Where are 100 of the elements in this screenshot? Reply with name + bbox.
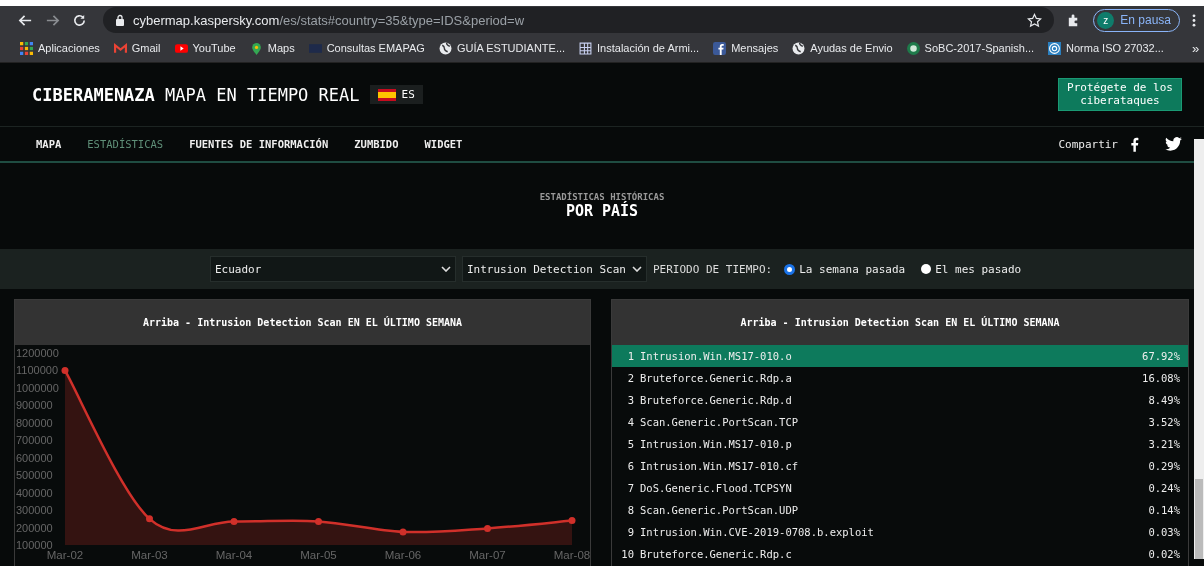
more-bookmarks[interactable]: » <box>1191 40 1200 56</box>
scrollbar[interactable] <box>1194 139 1204 559</box>
scrollbar-thumb[interactable] <box>1195 479 1203 559</box>
rank-number: 5 <box>626 438 634 450</box>
chevron-icon <box>441 266 451 272</box>
x-axis-label: Mar-04 <box>215 549 253 561</box>
bookmark[interactable]: Consultas EMAPAG <box>308 41 425 55</box>
threat-name: Scan.Generic.PortScan.UDP <box>640 504 799 516</box>
threat-row[interactable]: 2 Bruteforce.Generic.Rdp.a 16.08% <box>612 367 1188 389</box>
x-axis-label: Mar-07 <box>469 549 506 561</box>
site-title: CIBERAMENAZA MAPA EN TIEMPO REAL <box>32 84 360 105</box>
data-point <box>61 366 69 374</box>
bookmark[interactable]: Ayudas de Envio <box>792 41 893 55</box>
y-axis-label: 400000 <box>16 486 53 499</box>
grid-icon <box>579 41 593 55</box>
bookmark[interactable]: Maps <box>249 41 295 55</box>
facebook-icon[interactable] <box>1130 136 1139 152</box>
threat-row[interactable]: 5 Intrusion.Win.MS17-010.p 3.21% <box>612 433 1188 455</box>
threat-share: 0.02% <box>1148 548 1180 560</box>
protect-button[interactable]: Protégete de los ciberataques <box>1058 77 1182 112</box>
bookmark[interactable]: Norma ISO 27032... <box>1048 41 1164 55</box>
threat-share: 67.92% <box>1142 350 1180 362</box>
threat-row[interactable]: 8 Scan.Generic.PortScan.UDP 0.14% <box>612 499 1188 521</box>
reload-icon[interactable] <box>72 12 87 28</box>
bookmark[interactable]: SoBC-2017-Spanish... <box>906 41 1035 55</box>
flag-icon <box>377 88 396 101</box>
period-label: PERIODO DE TIEMPO: <box>652 262 773 276</box>
threat-row[interactable]: 7 DoS.Generic.Flood.TCPSYN 0.24% <box>612 477 1188 499</box>
y-axis-label: 100000 <box>16 539 53 551</box>
rank-number: 10 <box>620 548 634 560</box>
data-point <box>230 517 238 525</box>
emblem-icon <box>906 41 920 55</box>
threat-row[interactable]: 10 Bruteforce.Generic.Rdp.c 0.02% <box>612 543 1188 565</box>
nav-link[interactable]: MAPA <box>36 138 62 150</box>
threat-row[interactable]: 3 Bruteforce.Generic.Rdp.d 8.49% <box>612 389 1188 411</box>
lock-icon <box>115 14 125 26</box>
y-axis-label: 200000 <box>16 521 53 534</box>
bookmark[interactable]: Gmail <box>113 41 161 55</box>
share-label: Compartir <box>1058 137 1118 151</box>
rank-number: 1 <box>626 350 634 362</box>
y-axis-label: 700000 <box>16 434 53 447</box>
data-point <box>484 524 491 532</box>
rank-number: 4 <box>626 416 634 428</box>
x-axis-label: Mar-08 <box>553 549 590 561</box>
rank-number: 2 <box>626 372 634 384</box>
threat-name: Intrusion.Win.MS17-010.p <box>640 438 792 450</box>
data-point <box>146 515 153 523</box>
threat-name: Bruteforce.Generic.Rdp.d <box>640 394 792 406</box>
threat-share: 16.08% <box>1142 372 1180 384</box>
panel-title: Arriba - Intrusion Detection Scan EN EL ÚLTIMO SEMANA <box>740 317 1060 328</box>
threat-row[interactable]: 9 Intrusion.Win.CVE-2019-0708.b.exploit 0.03% <box>612 521 1188 543</box>
bookmark[interactable]: Aplicaciones <box>20 41 100 55</box>
period-radio[interactable]: El mes pasado <box>921 262 1022 276</box>
y-axis-label: 900000 <box>16 399 53 412</box>
play-icon <box>174 41 188 55</box>
nav-link[interactable]: FUENTES DE INFORMACIÓN <box>189 138 329 150</box>
star-icon[interactable] <box>1027 12 1043 28</box>
data-point <box>315 517 322 525</box>
y-axis-label: 300000 <box>16 504 53 517</box>
threat-share: 0.24% <box>1148 482 1180 494</box>
country-select[interactable]: Ecuador <box>210 256 456 282</box>
y-axis-label: 1000000 <box>16 381 59 394</box>
rank-number: 7 <box>626 482 634 494</box>
threat-name: Bruteforce.Generic.Rdp.a <box>640 372 792 384</box>
threat-share: 8.49% <box>1148 394 1180 406</box>
threat-row[interactable]: 4 Scan.Generic.PortScan.TCP 3.52% <box>612 411 1188 433</box>
nav-link[interactable]: ZUMBIDO <box>354 138 399 150</box>
threat-share: 0.14% <box>1148 504 1180 516</box>
panel-title: Arriba - Intrusion Detection Scan EN EL ÚLTIMO SEMANA <box>142 317 463 328</box>
type-select[interactable]: Intrusion Detection Scan <box>462 256 647 282</box>
bookmark[interactable]: Mensajes <box>713 41 779 55</box>
rank-number: 9 <box>626 526 634 538</box>
threat-name: Intrusion.Win.CVE-2019-0708.b.exploit <box>640 526 874 538</box>
twitter-icon[interactable] <box>1165 137 1182 151</box>
bookmark[interactable]: YouTube <box>174 41 236 55</box>
threat-row[interactable]: 6 Intrusion.Win.MS17-010.cf 0.29% <box>612 455 1188 477</box>
period-radio[interactable]: La semana pasada <box>784 262 906 276</box>
bookmark[interactable]: Instalación de Armi... <box>579 41 700 55</box>
y-axis-label: 1100000 <box>16 364 58 377</box>
y-axis-label: 600000 <box>16 451 53 464</box>
nav-link[interactable]: WIDGET <box>424 138 463 150</box>
nav-link[interactable]: ESTADÍSTICAS <box>87 138 164 150</box>
threat-name: Scan.Generic.PortScan.TCP <box>640 416 799 428</box>
bookmark[interactable]: GUÍA ESTUDIANTE... <box>438 41 566 55</box>
threat-share: 3.21% <box>1148 438 1180 450</box>
url-path: /es/stats#country=35&type=IDS&period=w <box>279 12 525 28</box>
language-button[interactable]: ES <box>369 85 423 104</box>
threat-row[interactable]: 1 Intrusion.Win.MS17-010.o 67.92% <box>612 345 1188 367</box>
chevron-icon <box>631 266 642 272</box>
menu-icon[interactable] <box>1192 12 1196 28</box>
rank-number: 6 <box>626 460 634 472</box>
data-point <box>399 528 407 536</box>
threat-name: Intrusion.Win.MS17-010.cf <box>640 460 799 472</box>
address-bar[interactable]: cybermap.kaspersky.com/es/stats#country=35&type=IDS&period=w <box>103 7 1055 33</box>
y-axis-label: 500000 <box>16 469 53 482</box>
threat-share: 3.52% <box>1148 416 1180 428</box>
envelope-m-icon <box>113 41 127 55</box>
threat-share: 0.03% <box>1148 526 1180 538</box>
globe-icon <box>792 41 806 55</box>
x-axis-label: Mar-05 <box>300 549 337 561</box>
